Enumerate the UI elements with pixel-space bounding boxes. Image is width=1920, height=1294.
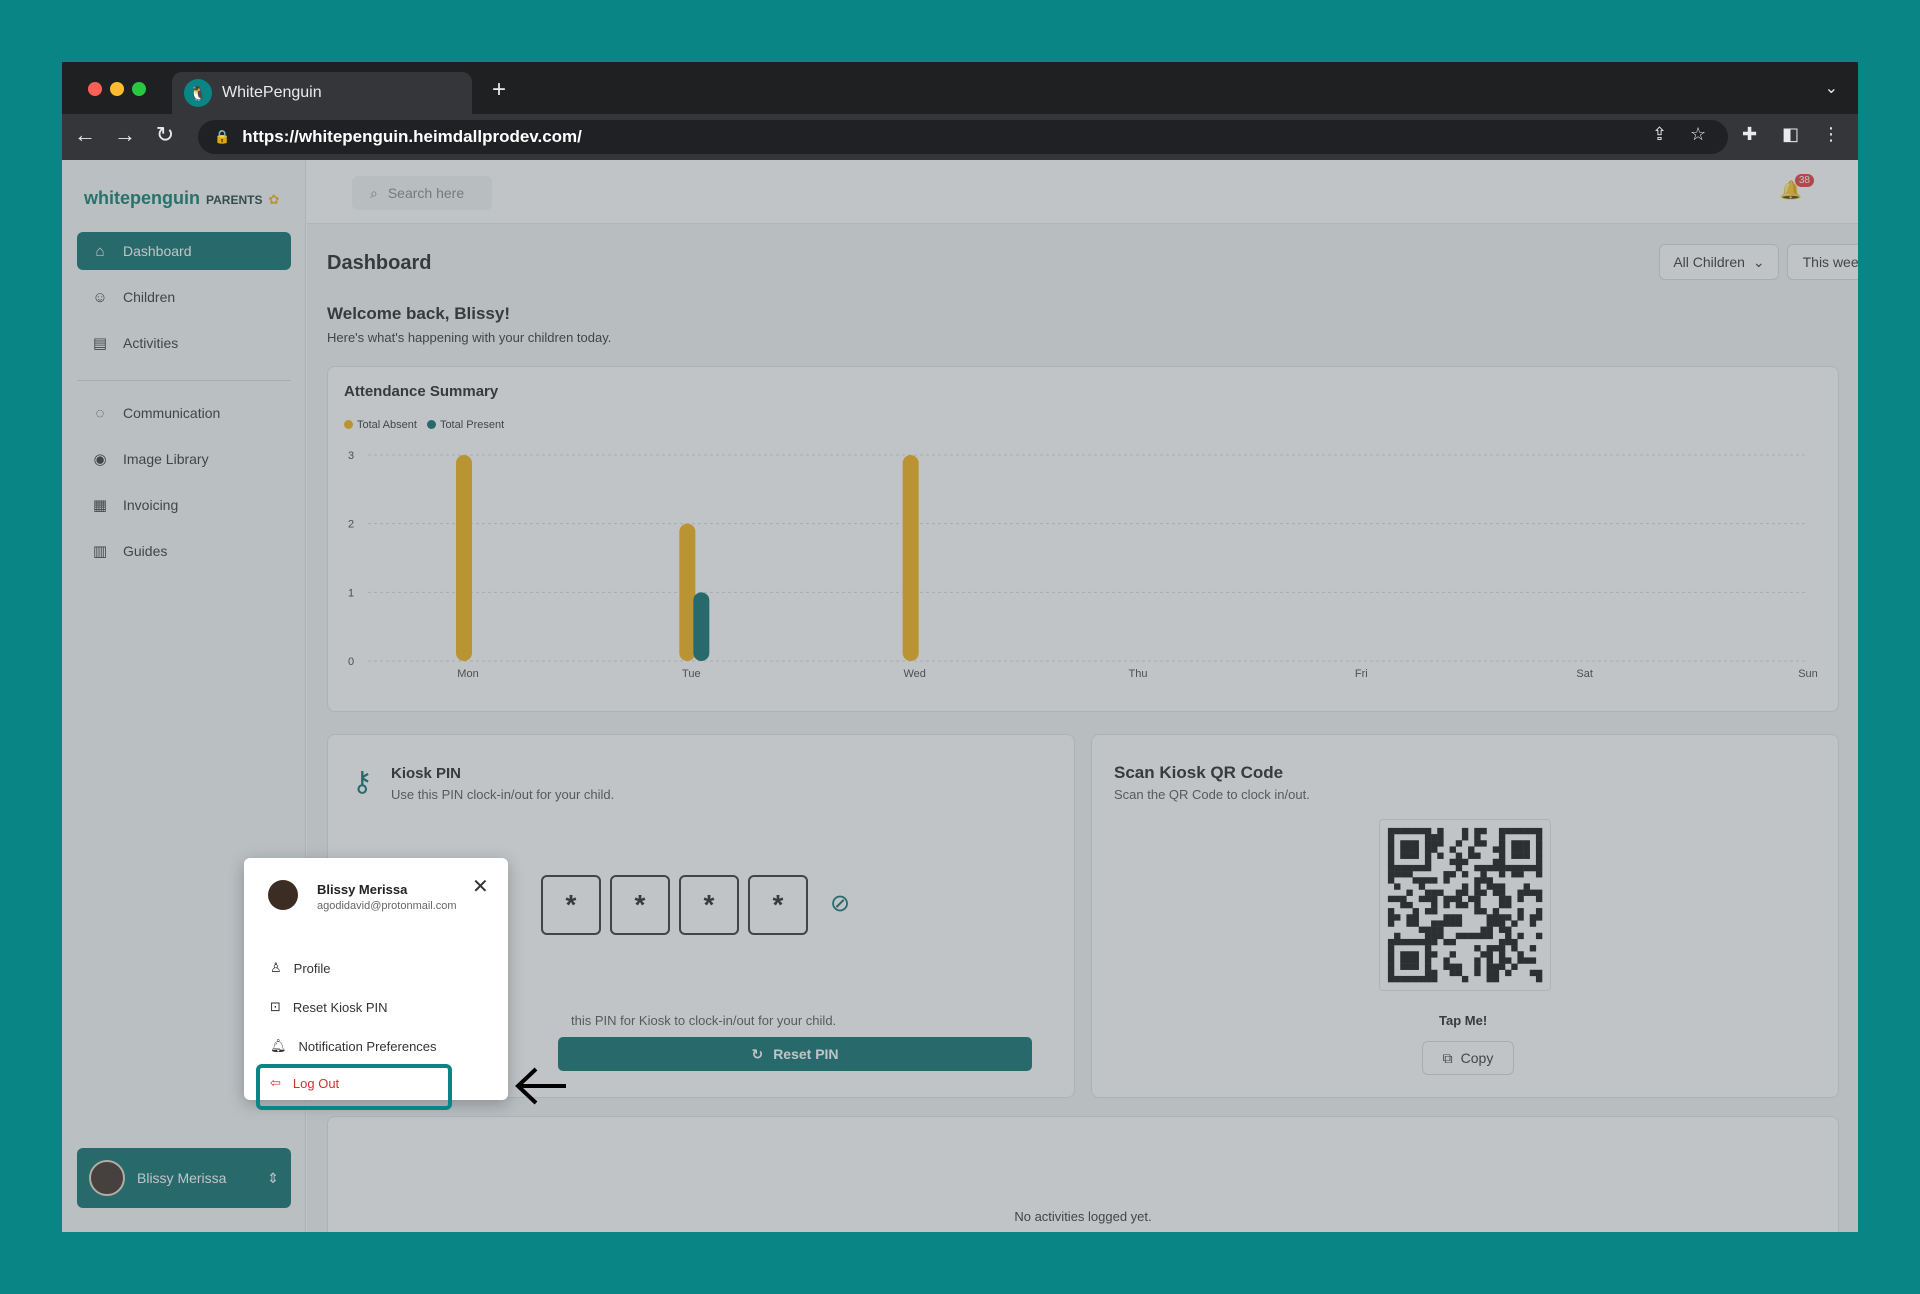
menu-item-label: Reset Kiosk PIN [292,999,388,1015]
pin-dots-icon: ⊡ [270,999,281,1014]
forward-arrow-icon[interactable]: → [110,122,140,148]
url-text: https://whitepenguin.heimdallprodev.com/ [242,127,582,146]
menu-user-name: Blissy Merissa [317,882,408,897]
address-bar[interactable]: 🔒 https://whitepenguin.heimdallprodev.co… [198,120,1728,154]
avatar [268,880,298,910]
lock-icon: 🔒 [214,129,231,144]
close-window-button[interactable] [88,82,102,96]
kebab-menu-icon[interactable]: ⋮ [1822,124,1840,145]
menu-item-profile[interactable]: ♙ Profile [270,956,331,980]
browser-toolbar: ← → ↻ 🔒 https://whitepenguin.heimdallpro… [62,114,1858,160]
side-panel-icon[interactable]: ◧ [1782,124,1799,145]
pointer-arrow-icon [515,1067,566,1105]
penguin-favicon-icon: 🐧 [184,79,212,107]
back-arrow-icon[interactable]: ← [70,122,100,148]
extensions-icon[interactable]: ✚ [1742,124,1757,145]
menu-item-label: Notification Preferences [298,1038,437,1054]
menu-item-reset-kiosk-pin[interactable]: ⊡ Reset Kiosk PIN [270,995,388,1019]
minimize-window-button[interactable] [110,82,124,96]
tab-title: WhitePenguin [222,84,322,101]
bell-icon: 🔔︎ [270,1038,287,1053]
tab-search-chevron-icon[interactable]: ⌄ [1825,78,1838,98]
share-icon[interactable]: ⇪ [1652,124,1667,145]
close-icon[interactable]: ✕ [472,874,489,899]
menu-item-label: Profile [293,960,331,976]
menu-item-notification-preferences[interactable]: 🔔︎ Notification Preferences [270,1034,437,1058]
browser-tab-bar: 🐧 WhitePenguin + ⌄ [62,62,1858,114]
browser-tab[interactable]: 🐧 WhitePenguin [172,72,472,114]
reload-icon[interactable]: ↻ [150,122,180,148]
menu-user-email: agodidavid@protonmail.com [317,900,457,912]
highlight-box [256,1064,452,1110]
maximize-window-button[interactable] [132,82,146,96]
bookmark-star-icon[interactable]: ☆ [1690,124,1706,145]
new-tab-button[interactable]: + [492,76,506,104]
user-icon: ♙ [270,960,282,975]
